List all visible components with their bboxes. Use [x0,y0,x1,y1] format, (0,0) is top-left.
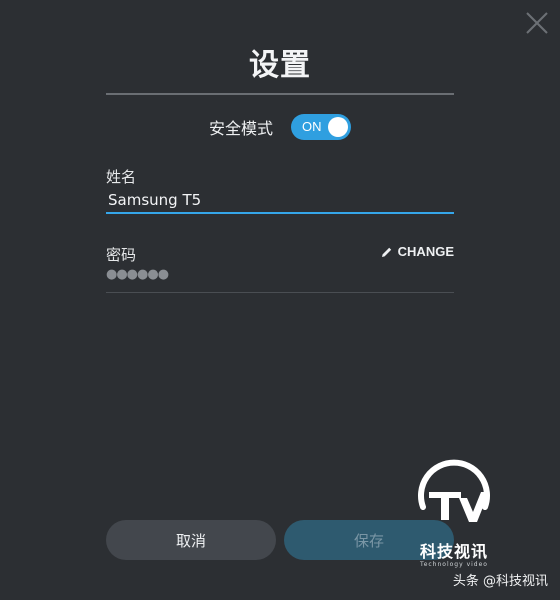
change-password-link[interactable]: CHANGE [381,244,454,259]
close-button[interactable] [522,8,552,38]
tv-logo-icon [418,459,490,522]
change-label: CHANGE [397,244,454,259]
cancel-button[interactable]: 取消 [106,520,276,560]
password-masked-value: ●●●●●● [106,267,169,282]
name-input[interactable] [106,188,454,214]
source-credit: 头条 @科技视讯 [452,574,548,589]
watermark: 科技视讯 Technology video [404,452,504,568]
safe-mode-toggle[interactable]: ON [291,114,351,140]
pencil-icon [381,247,391,257]
toggle-state-text: ON [302,119,322,134]
password-divider [106,292,454,293]
safe-mode-row: 安全模式 ON [0,113,560,141]
dialog-title: 设置 [249,48,311,83]
watermark-subtitle: Technology video [420,561,488,568]
name-label: 姓名 [106,168,137,186]
safe-mode-label: 安全模式 [208,119,273,138]
toggle-knob [328,117,348,137]
watermark-name: 科技视讯 [419,542,488,561]
settings-dialog: 设置 安全模式 ON 姓名 密码 CHANGE ●●●●●● 取消 保存 科技视… [0,0,560,600]
close-icon [526,12,548,34]
title-divider [106,93,454,95]
password-label: 密码 [106,246,137,264]
